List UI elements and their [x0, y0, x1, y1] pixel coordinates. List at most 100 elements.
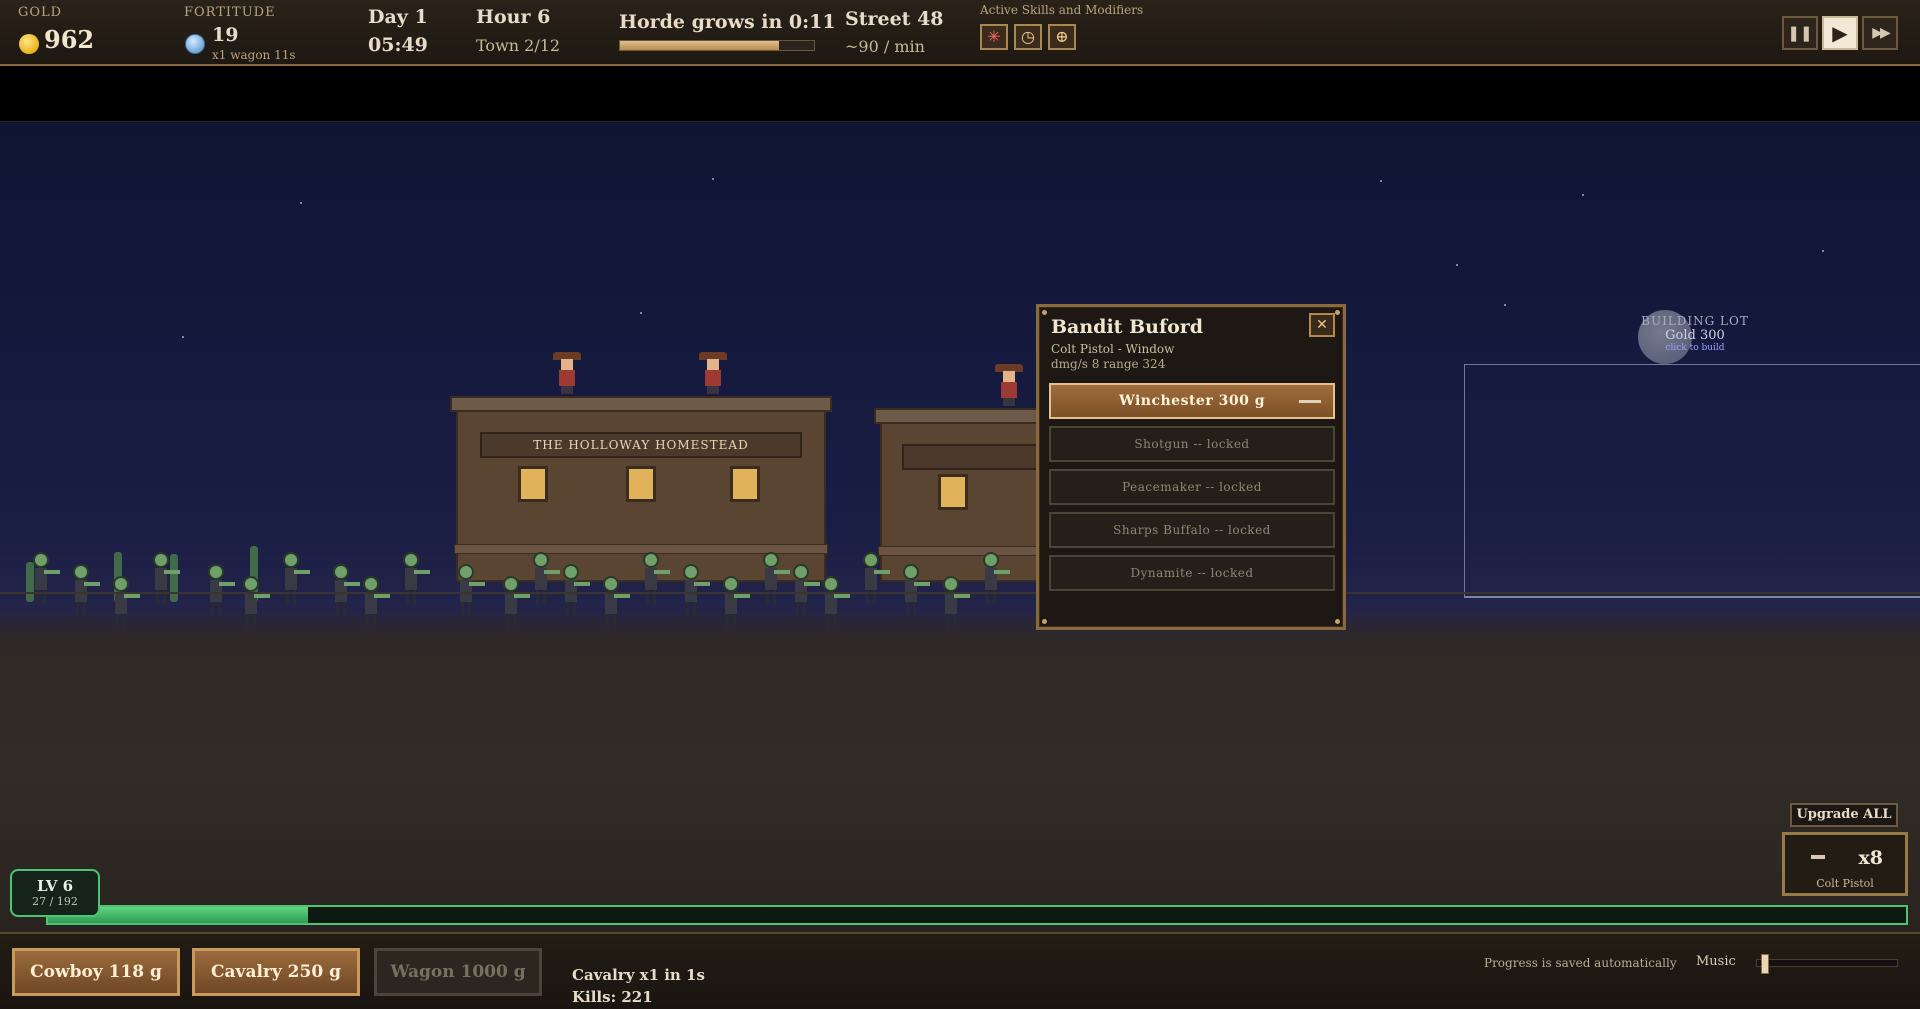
roof: [874, 408, 1046, 424]
zombie: [680, 564, 710, 616]
buy-wagon-button[interactable]: Wagon 1000 g: [374, 948, 542, 996]
coin-plus-icon[interactable]: ⊕: [1048, 24, 1076, 50]
window[interactable]: [938, 474, 968, 510]
zombie: [600, 576, 630, 628]
winchester-label: Winchester 300 g: [1119, 393, 1265, 409]
zombie: [530, 552, 560, 604]
zombie: [900, 564, 930, 616]
zombie: [455, 564, 485, 616]
star: [300, 202, 302, 204]
stopwatch-icon[interactable]: ◷: [1014, 24, 1042, 50]
zombie: [980, 552, 1010, 604]
zombie: [940, 576, 970, 628]
buy-cowboy-button[interactable]: Cowboy 118 g: [12, 948, 180, 996]
popup-subtitle: Colt Pistol - Window: [1051, 342, 1175, 356]
pause-button[interactable]: ❚❚: [1782, 16, 1818, 50]
play-button[interactable]: ▶: [1822, 16, 1858, 50]
cowboy-unit[interactable]: [699, 352, 727, 394]
horde-progress-bar: [619, 40, 815, 51]
colt-count: x8: [1858, 847, 1883, 869]
zombie: [205, 564, 235, 616]
star: [1456, 264, 1458, 266]
fortitude-sub: x1 wagon 11s: [212, 48, 296, 62]
star: [1504, 304, 1506, 306]
autosave-text: Progress is saved automatically: [1484, 956, 1677, 970]
zombie: [560, 564, 590, 616]
window[interactable]: [518, 466, 548, 502]
music-slider[interactable]: [1756, 954, 1898, 974]
upgrade-peacemaker-option[interactable]: Peacemaker -- locked: [1049, 469, 1335, 505]
skills-label: Active Skills and Modifiers: [980, 3, 1144, 17]
star: [1380, 180, 1382, 182]
zombie: [330, 564, 360, 616]
zombie: [760, 552, 790, 604]
star: [182, 336, 184, 338]
second-building[interactable]: [874, 408, 1046, 582]
ground-line: [0, 592, 1920, 594]
window[interactable]: [626, 466, 656, 502]
day-label: Day 1: [368, 6, 428, 28]
zombie: [30, 552, 60, 604]
zombie: [400, 552, 430, 604]
zombie: [360, 576, 390, 628]
star: [1582, 194, 1584, 196]
town-label: Town 2/12: [476, 36, 561, 55]
zombie: [820, 576, 850, 628]
upgrade-sharps-buffalo-option[interactable]: Sharps Buffalo -- locked: [1049, 512, 1335, 548]
bottom-bar: Cowboy 118 g Cavalry 250 g Wagon 1000 g …: [0, 932, 1920, 1009]
rate-label: ~90 / min: [845, 37, 925, 56]
building-lot[interactable]: [1464, 364, 1920, 598]
star: [712, 178, 714, 180]
popup-stats: dmg/s 8 range 324: [1051, 357, 1166, 371]
music-slider-knob[interactable]: [1761, 954, 1770, 974]
zombie: [150, 552, 180, 604]
level-badge: LV 6 27 / 192: [10, 869, 100, 917]
star: [640, 312, 642, 314]
lot-price: Gold 300: [1665, 328, 1725, 343]
zombie: [790, 564, 820, 616]
star-burst-icon[interactable]: ✳: [980, 24, 1008, 50]
star: [1822, 250, 1824, 252]
upgrade-dynamite-option[interactable]: Dynamite -- locked: [1049, 555, 1335, 591]
zombie: [240, 576, 270, 628]
music-label: Music: [1696, 954, 1736, 969]
horde-timer: Horde grows in 0:11: [619, 11, 836, 33]
game-scene[interactable]: THE HOLLOWAY HOMESTEAD BUILDING LOT Gold…: [0, 122, 1920, 932]
clock-label: 05:49: [368, 34, 428, 56]
second-building-sign: [902, 444, 1038, 470]
upgrade-all-button[interactable]: Upgrade ALL: [1790, 803, 1898, 827]
lot-hint: click to build: [1665, 343, 1725, 353]
xp-text: 27 / 192: [32, 895, 78, 908]
horde-progress-fill: [620, 41, 780, 50]
fortitude-label: FORTITUDE: [184, 5, 276, 20]
colt-pistol-upgrade[interactable]: x8 Colt Pistol: [1782, 832, 1908, 896]
building-lot-tag[interactable]: BUILDING LOT Gold 300 click to build: [1640, 314, 1750, 353]
buy-cavalry-button[interactable]: Cavalry 250 g: [192, 948, 360, 996]
hour-label: Hour 6: [476, 6, 551, 28]
fortitude-value: 19: [212, 24, 239, 46]
window[interactable]: [730, 466, 760, 502]
fast-forward-button[interactable]: ▶▶: [1862, 16, 1898, 50]
upgrade-winchester-button[interactable]: Winchester 300 g: [1049, 383, 1335, 419]
cowboy-unit[interactable]: [553, 352, 581, 394]
porch: [878, 546, 1042, 556]
close-icon[interactable]: ✕: [1309, 313, 1335, 337]
rifle-icon: [1299, 400, 1321, 403]
roof: [450, 396, 832, 412]
zombie: [500, 576, 530, 628]
colt-label: Colt Pistol: [1816, 877, 1874, 890]
top-strip: [0, 66, 1920, 122]
upgrade-shotgun-option[interactable]: Shotgun -- locked: [1049, 426, 1335, 462]
fortitude-icon: [185, 34, 205, 54]
xp-bar: [46, 905, 1908, 925]
homestead-sign: THE HOLLOWAY HOMESTEAD: [480, 432, 802, 458]
top-hud: GOLD 962 FORTITUDE 19 x1 wagon 11s Day 1…: [0, 0, 1920, 66]
popup-title: Bandit Buford: [1051, 316, 1204, 338]
level-label: LV 6: [36, 877, 74, 895]
cowboy-unit[interactable]: [995, 364, 1023, 406]
gold-value: 962: [44, 25, 95, 54]
zombie: [860, 552, 890, 604]
street-label: Street 48: [845, 8, 944, 30]
zombie: [110, 576, 140, 628]
zombie: [70, 564, 100, 616]
